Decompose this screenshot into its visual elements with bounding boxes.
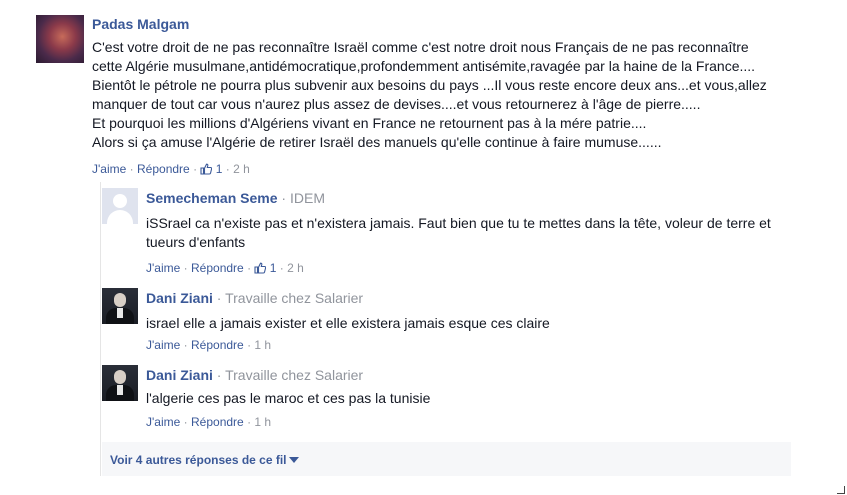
comment-body: C'est votre droit de ne pas reconnaître … xyxy=(92,38,812,152)
comment-line: Alors si ça amuse l'Algérie de retirer I… xyxy=(92,134,662,150)
reply-line: l'algerie ces pas le maroc et ces pas la… xyxy=(146,390,431,406)
timestamp[interactable]: 1 h xyxy=(254,338,271,352)
chevron-down-icon xyxy=(288,457,299,463)
reply-link[interactable]: Répondre xyxy=(191,261,244,275)
comment-line: C'est votre droit de ne pas reconnaître … xyxy=(92,39,749,55)
more-replies-link[interactable]: Voir 4 autres réponses de ce fil xyxy=(110,453,299,467)
separator: · xyxy=(225,162,230,176)
reply-actions: J'aime · Répondre · 1 · 2 h xyxy=(146,261,304,275)
timestamp[interactable]: 2 h xyxy=(287,261,304,275)
avatar[interactable] xyxy=(102,188,138,224)
separator: · xyxy=(247,338,252,352)
reply-body: israel elle a jamais exister et elle exi… xyxy=(146,314,791,333)
author-subtitle: Travaille chez Salarier xyxy=(225,367,364,383)
comment-line: cette Algérie musulmane,antidémocratique… xyxy=(92,58,756,74)
thumbs-up-icon xyxy=(200,163,213,175)
like-count-value: 1 xyxy=(215,162,223,176)
reply: Dani Ziani · Travaille chez Salarier l'a… xyxy=(101,365,791,435)
avatar[interactable] xyxy=(102,288,138,324)
like-count[interactable]: 1 xyxy=(200,162,225,176)
like-count[interactable]: 1 xyxy=(254,261,279,275)
comment-author[interactable]: Padas Malgam xyxy=(92,16,189,32)
like-count-value: 1 xyxy=(269,261,277,275)
separator: · xyxy=(193,162,198,176)
separator: · xyxy=(183,338,188,352)
separator: · xyxy=(247,415,252,429)
like-link[interactable]: J'aime xyxy=(92,162,126,176)
more-replies-label: Voir 4 autres réponses de ce fil xyxy=(110,453,287,467)
separator: · xyxy=(183,261,188,275)
separator: · xyxy=(281,190,287,206)
separator: · xyxy=(247,261,252,275)
reply-author[interactable]: Dani Ziani xyxy=(146,367,213,383)
reply-link[interactable]: Répondre xyxy=(137,162,190,176)
avatar[interactable] xyxy=(36,15,84,63)
author-subtitle: Travaille chez Salarier xyxy=(225,290,364,306)
avatar[interactable] xyxy=(102,365,138,401)
like-link[interactable]: J'aime xyxy=(146,415,180,429)
comment-line: Et pourquoi les millions d'Algériens viv… xyxy=(92,115,647,131)
reply: Semecheman Seme · IDEM iSSrael ca n'exis… xyxy=(101,188,791,280)
timestamp[interactable]: 2 h xyxy=(233,162,250,176)
separator: · xyxy=(216,367,222,383)
reply-link[interactable]: Répondre xyxy=(191,415,244,429)
reply-line: tueurs d'enfants xyxy=(146,234,246,250)
separator: · xyxy=(183,415,188,429)
separator: · xyxy=(129,162,134,176)
reply-link[interactable]: Répondre xyxy=(191,338,244,352)
more-replies-bar: Voir 4 autres réponses de ce fil xyxy=(102,442,791,476)
replies-panel: Semecheman Seme · IDEM iSSrael ca n'exis… xyxy=(100,182,791,476)
reply-line: israel elle a jamais exister et elle exi… xyxy=(146,315,550,331)
comment-line: Bientôt le pétrole ne pourra plus subven… xyxy=(92,77,767,93)
reply-actions: J'aime · Répondre · 1 h xyxy=(146,338,271,352)
author-subtitle: IDEM xyxy=(289,190,325,206)
reply: Dani Ziani · Travaille chez Salarier isr… xyxy=(101,288,791,358)
separator: · xyxy=(279,261,284,275)
comment-line: manquer de tout car vous n'aurez plus as… xyxy=(92,96,701,112)
like-link[interactable]: J'aime xyxy=(146,261,180,275)
comment-actions: J'aime · Répondre · 1 · 2 h xyxy=(92,162,250,176)
reply-author[interactable]: Dani Ziani xyxy=(146,290,213,306)
reply-body: iSSrael ca n'existe pas et n'existera ja… xyxy=(146,214,791,252)
reply-actions: J'aime · Répondre · 1 h xyxy=(146,415,271,429)
resize-handle-icon[interactable] xyxy=(835,484,845,494)
reply-body: l'algerie ces pas le maroc et ces pas la… xyxy=(146,389,791,408)
timestamp[interactable]: 1 h xyxy=(254,415,271,429)
reply-author[interactable]: Semecheman Seme xyxy=(146,190,278,206)
thumbs-up-icon xyxy=(254,262,267,274)
like-link[interactable]: J'aime xyxy=(146,338,180,352)
reply-line: iSSrael ca n'existe pas et n'existera ja… xyxy=(146,215,771,231)
separator: · xyxy=(216,290,222,306)
